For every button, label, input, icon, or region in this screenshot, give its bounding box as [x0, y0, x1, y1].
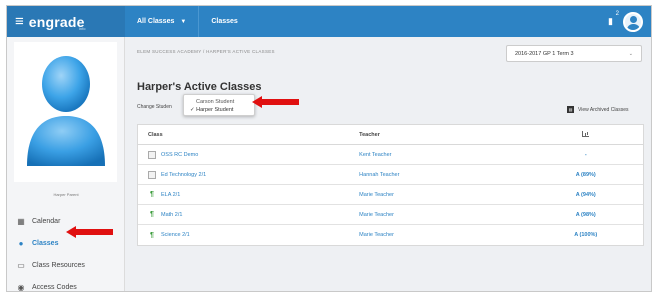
document-icon — [148, 170, 156, 179]
page-title: Harper's Active Classes — [137, 81, 262, 93]
table-row[interactable]: Ed Technology 2/1 Hannah Teacher A (89%) — [138, 165, 643, 185]
leaf-icon: ¶ — [150, 231, 154, 239]
class-grade[interactable]: A (94%) — [528, 192, 643, 198]
all-classes-label: All Classes — [137, 18, 175, 25]
teacher-name[interactable]: Hannah Teacher — [351, 172, 528, 178]
term-select[interactable]: 2016-2017 GP 1 Term 3 ⌄ — [506, 45, 642, 62]
sidebar-item-label: Calendar — [32, 217, 61, 225]
sidebar-item-access-codes[interactable]: ◉ Access Codes — [7, 277, 125, 292]
sidebar: Harper Parent ▦ Calendar ● Classes ▭ Cla… — [7, 37, 125, 292]
red-arrow-student — [252, 96, 299, 108]
teacher-name[interactable]: Marie Teacher — [351, 192, 528, 198]
top-right-actions: ▮ 2 — [608, 6, 643, 37]
resources-icon: ▭ — [17, 260, 25, 270]
notification-icon: ▮ — [608, 16, 613, 26]
table-row[interactable]: ¶ Science 2/1 Marie Teacher A (100%) — [138, 225, 643, 245]
main-content: ELEM SUCCESS ACADEMY / HARPER'S ACTIVE C… — [125, 37, 651, 291]
view-archived-classes-link[interactable]: ▤ View Archived Classes — [567, 106, 629, 113]
top-nav: All Classes ▼ Classes — [125, 6, 250, 37]
teacher-name[interactable]: Marie Teacher — [351, 232, 528, 238]
archived-label: View Archived Classes — [578, 106, 629, 113]
parent-name: Harper Parent — [53, 192, 79, 197]
document-icon — [148, 150, 156, 159]
header-teacher[interactable]: Teacher — [351, 132, 528, 138]
leaf-icon: ¶ — [150, 211, 154, 218]
class-name[interactable]: Math 2/1 — [161, 212, 182, 218]
archive-icon: ▤ — [567, 106, 574, 113]
calendar-icon: ▦ — [17, 216, 25, 226]
brand-name: engrade — [28, 13, 85, 30]
brand-sub: info — [79, 26, 86, 31]
sidebar-item-label: Classes — [32, 239, 59, 247]
classes-table: Class Teacher OSS RC Demo Kent Teacher -… — [137, 124, 644, 246]
class-name[interactable]: ELA 2/1 — [161, 192, 180, 198]
breadcrumb[interactable]: ELEM SUCCESS ACADEMY / HARPER'S ACTIVE C… — [137, 49, 275, 54]
chevron-down-icon: ⌄ — [628, 51, 633, 57]
classes-nav-link[interactable]: Classes — [199, 18, 249, 25]
table-row[interactable]: ¶ ELA 2/1 Marie Teacher A (94%) — [138, 185, 643, 205]
header-class[interactable]: Class — [138, 132, 351, 138]
red-arrow-classes — [66, 226, 113, 238]
notification-count: 2 — [615, 11, 619, 17]
person-avatar-icon — [26, 56, 105, 166]
teacher-name[interactable]: Kent Teacher — [351, 152, 528, 158]
class-grade[interactable]: A (98%) — [528, 212, 643, 218]
table-row[interactable]: ¶ Math 2/1 Marie Teacher A (98%) — [138, 205, 643, 225]
app-window: ≡ engrade info All Classes ▼ Classes ▮ 2 — [6, 5, 652, 292]
sidebar-item-class-resources[interactable]: ▭ Class Resources — [7, 255, 125, 275]
header-grade[interactable] — [528, 130, 643, 139]
access-codes-icon: ◉ — [17, 282, 25, 292]
change-student-label: Change Studen — [137, 104, 172, 110]
hamburger-menu-icon[interactable]: ≡ — [15, 14, 24, 29]
class-name[interactable]: Science 2/1 — [161, 232, 190, 238]
class-grade[interactable]: - — [528, 152, 643, 158]
notification-button[interactable]: ▮ 2 — [608, 11, 619, 27]
grade-chart-icon — [582, 130, 590, 137]
student-option-harper[interactable]: ✓ Harper Student — [184, 107, 256, 113]
top-bar: ≡ engrade info All Classes ▼ Classes ▮ 2 — [7, 6, 651, 37]
table-row[interactable]: OSS RC Demo Kent Teacher - — [138, 145, 643, 165]
table-header: Class Teacher — [138, 125, 643, 145]
class-grade[interactable]: A (100%) — [528, 232, 643, 238]
profile-avatar — [14, 42, 117, 182]
teacher-name[interactable]: Marie Teacher — [351, 212, 528, 218]
student-option-carson[interactable]: Carson Student — [184, 99, 256, 105]
term-select-value: 2016-2017 GP 1 Term 3 — [515, 50, 574, 57]
student-dropdown-menu[interactable]: Carson Student ✓ Harper Student — [183, 94, 255, 116]
brand[interactable]: ≡ engrade info — [7, 6, 125, 37]
all-classes-dropdown[interactable]: All Classes ▼ — [125, 6, 200, 37]
caret-down-icon: ▼ — [180, 18, 187, 25]
sidebar-item-label: Access Codes — [32, 283, 77, 291]
class-grade[interactable]: A (89%) — [528, 172, 643, 178]
classes-icon: ● — [18, 238, 24, 248]
leaf-icon: ¶ — [150, 191, 154, 198]
class-name[interactable]: Ed Technology 2/1 — [161, 172, 206, 178]
user-avatar-icon[interactable] — [623, 11, 643, 32]
class-name[interactable]: OSS RC Demo — [161, 152, 198, 158]
sidebar-item-label: Class Resources — [32, 261, 85, 269]
